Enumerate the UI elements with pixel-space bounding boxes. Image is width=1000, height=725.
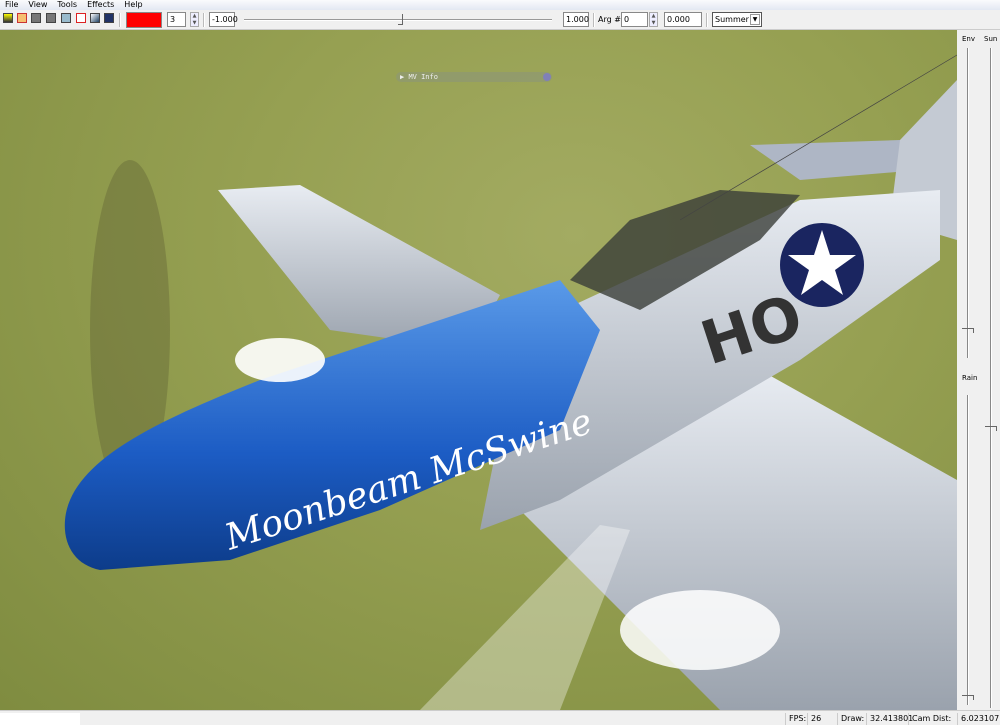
figure-icon[interactable] (76, 13, 86, 23)
menu-effects[interactable]: Effects (82, 0, 119, 10)
season-value: Summer (715, 15, 749, 24)
light-beam (420, 525, 630, 710)
menu-view[interactable]: View (23, 0, 52, 10)
smoke-puff (235, 338, 325, 382)
undo-icon[interactable] (31, 13, 41, 23)
count-spinner[interactable]: ▲ ▼ (190, 12, 199, 27)
value-slider-thumb[interactable] (398, 14, 403, 25)
count-input[interactable]: 3 (167, 12, 186, 27)
search-icon[interactable] (90, 13, 100, 23)
redo-icon[interactable] (46, 13, 56, 23)
env-slider-track[interactable] (967, 48, 969, 358)
environment-panel: Env Sun Rain (957, 30, 1000, 710)
mv-info-handle[interactable] (543, 73, 551, 81)
rain-slider-track[interactable] (967, 395, 969, 705)
rain-label: Rain (962, 374, 978, 382)
sun-slider-track[interactable] (990, 48, 992, 708)
sun-slider-thumb[interactable] (985, 426, 997, 431)
arg-input[interactable]: 0 (621, 12, 648, 27)
rain-slider-thumb[interactable] (962, 695, 974, 700)
draw-value: 32.413801 (866, 713, 913, 725)
mv-info-panel[interactable]: ▶ MV Info (396, 72, 552, 82)
layers-icon[interactable] (104, 13, 114, 23)
env-slider-thumb[interactable] (962, 328, 974, 333)
menu-bar: File View Tools Effects Help (0, 0, 1000, 10)
mv-info-label: MV Info (408, 73, 438, 81)
max-value-input[interactable]: 1.000 (563, 12, 589, 27)
screenshot-icon[interactable] (61, 13, 71, 23)
smoke-puff (620, 590, 780, 670)
cam-dist-label: Cam Dist: (908, 713, 951, 725)
menu-file[interactable]: File (0, 0, 23, 10)
env-label: Env (962, 35, 976, 43)
arg-number-input[interactable]: 0.000 (664, 12, 702, 27)
fps-value: 26 (807, 713, 821, 725)
open-icon[interactable] (3, 13, 13, 23)
draw-label: Draw: (837, 713, 864, 725)
arg-label: Arg # (598, 15, 621, 24)
fps-label: FPS: (785, 713, 806, 725)
menu-tools[interactable]: Tools (52, 0, 82, 10)
menu-help[interactable]: Help (119, 0, 147, 10)
color-swatch[interactable] (126, 12, 162, 28)
3d-viewport[interactable]: HO Moonbeam McSwine ▶ MV Info (0, 30, 957, 710)
arg-spinner[interactable]: ▲ ▼ (649, 12, 658, 27)
status-bar: FPS: 26 Draw: 32.413801 Cam Dist: 6.0231… (0, 710, 1000, 725)
season-select[interactable]: Summer ▼ (712, 12, 762, 27)
min-value-input[interactable]: -1.000 (209, 12, 238, 27)
cam-dist-value: 6.023107 (957, 713, 999, 725)
toolbar: 3 ▲ ▼ -1.000 1.000 Arg # 0 ▲ ▼ 0.000 Summe… (0, 10, 1000, 30)
chevron-down-icon[interactable]: ▼ (750, 14, 760, 25)
run-icon[interactable] (17, 13, 27, 23)
status-message (0, 713, 80, 725)
right-tailplane (750, 140, 920, 180)
sun-label: Sun (984, 35, 998, 43)
aircraft-render: HO Moonbeam McSwine (64, 54, 957, 710)
